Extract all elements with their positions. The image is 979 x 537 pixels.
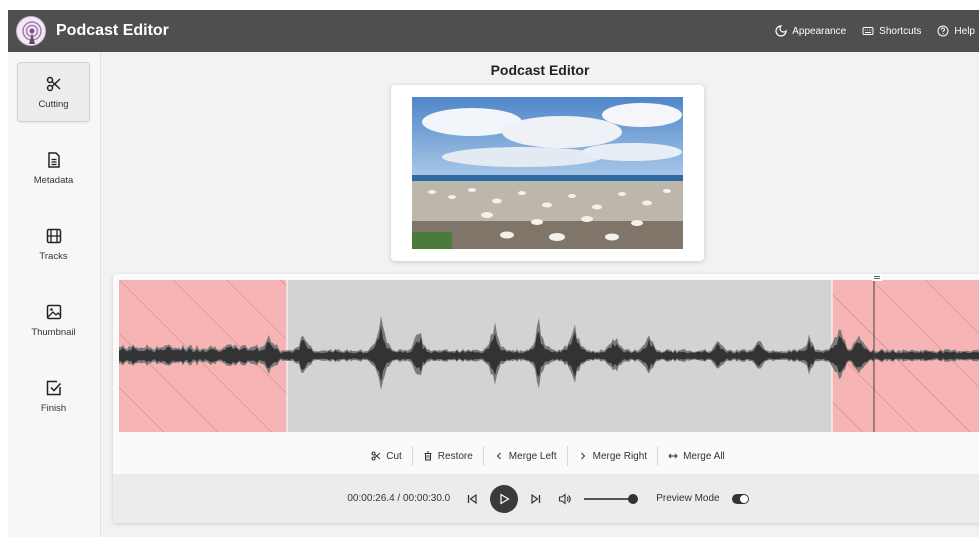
merge-left-label: Merge Left — [508, 450, 557, 462]
sidebar-item-label: Tracks — [39, 250, 68, 262]
chevron-left-icon — [496, 452, 501, 460]
waveform-svg — [119, 280, 979, 432]
sidebar-item-metadata[interactable]: Metadata — [17, 138, 90, 198]
restore-label: Restore — [437, 450, 473, 462]
top-bar: Podcast Editor Appearance Shortcuts Help — [8, 10, 979, 52]
help-circle-icon — [937, 25, 949, 37]
help-label: Help — [954, 25, 975, 37]
player-bar: 00:00:26.4 / 00:00:30.0 Preview Mode — [113, 474, 979, 523]
shortcuts-label: Shortcuts — [879, 25, 922, 37]
volume-slider-track — [584, 497, 634, 500]
arrows-horizontal-icon — [668, 453, 678, 459]
merge-all-label: Merge All — [683, 450, 725, 462]
contrast-icon — [775, 25, 787, 37]
sidebar-item-label: Cutting — [38, 98, 69, 110]
sidebar-item-cutting[interactable]: Cutting — [17, 62, 90, 122]
shortcuts-button[interactable]: Shortcuts — [862, 25, 921, 37]
volume-slider[interactable] — [584, 493, 639, 505]
app-title: Podcast Editor — [56, 22, 169, 39]
appearance-button[interactable]: Appearance — [775, 25, 846, 37]
play-button[interactable] — [490, 484, 519, 513]
sidebar-item-finish[interactable]: Finish — [17, 366, 90, 426]
restore-button[interactable]: Restore — [411, 446, 483, 466]
toggle-knob — [739, 494, 748, 503]
volume-slider-knob[interactable] — [628, 493, 639, 504]
volume-icon — [559, 492, 571, 505]
sidebar-item-tracks[interactable]: Tracks — [17, 214, 90, 274]
sidebar-item-label: Thumbnail — [31, 326, 76, 338]
thumbnail-image — [412, 97, 683, 249]
trash-icon — [424, 451, 432, 461]
cut-button[interactable]: Cut — [361, 446, 412, 466]
document-icon — [47, 151, 60, 168]
time-display: 00:00:26.4 / 00:00:30.0 — [347, 493, 451, 504]
sidebar: Cutting Metadata Tracks Thumbnail Finish — [8, 52, 101, 537]
merge-right-label: Merge Right — [592, 450, 648, 462]
merge-right-button[interactable]: Merge Right — [566, 446, 657, 466]
preview-mode-toggle[interactable] — [731, 493, 749, 504]
top-nav: Appearance Shortcuts Help — [775, 10, 975, 52]
app-window: Podcast Editor Appearance Shortcuts Help — [8, 10, 979, 537]
playhead-handle-icon[interactable] — [871, 274, 883, 281]
appearance-label: Appearance — [792, 25, 847, 37]
skip-back-button[interactable] — [466, 493, 478, 505]
play-icon — [500, 492, 510, 505]
cut-label: Cut — [386, 450, 402, 462]
skip-back-icon — [468, 493, 477, 504]
preview-mode-label: Preview Mode — [656, 493, 720, 504]
help-button[interactable]: Help — [937, 25, 975, 37]
skip-forward-button[interactable] — [530, 493, 542, 505]
merge-left-button[interactable]: Merge Left — [482, 446, 567, 466]
sidebar-item-label: Metadata — [33, 174, 74, 186]
merge-all-button[interactable]: Merge All — [657, 446, 735, 466]
sidebar-item-label: Finish — [40, 402, 67, 414]
edit-toolbar: Cut Restore Merge Left Merge Right Merge… — [113, 442, 979, 470]
main-content: Podcast Editor Cut Restore Merge Left Me… — [101, 52, 979, 537]
chevron-right-icon — [580, 452, 585, 460]
podcast-logo-icon — [16, 16, 46, 46]
volume-button[interactable] — [558, 492, 572, 505]
waveform-timeline[interactable] — [119, 280, 979, 432]
thumbnail-card — [391, 85, 704, 261]
film-icon — [46, 228, 61, 243]
image-icon — [46, 304, 61, 319]
sidebar-item-thumbnail[interactable]: Thumbnail — [17, 290, 90, 350]
scissors-icon — [46, 76, 61, 91]
scissors-icon — [371, 451, 381, 461]
editor-card: Cut Restore Merge Left Merge Right Merge… — [113, 274, 979, 523]
page-title: Podcast Editor — [490, 62, 590, 78]
keyboard-icon — [862, 27, 874, 35]
skip-forward-icon — [531, 493, 541, 504]
checkbox-icon — [46, 380, 61, 395]
